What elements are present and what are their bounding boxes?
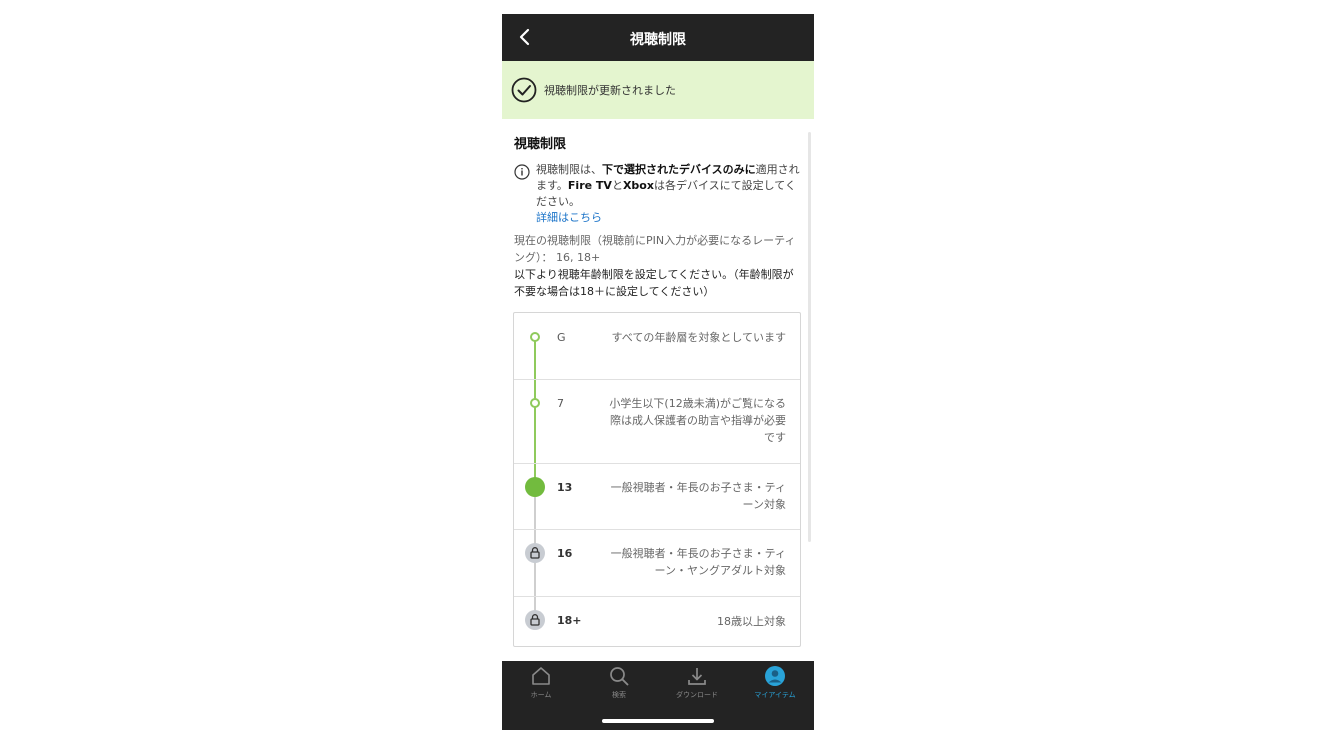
rating-row-7[interactable]: 7 小学生以下(12歳未満)がご覧になる際は成人保護者の助言や指導が必要です [514,380,800,464]
home-indicator[interactable] [602,719,714,723]
rating-description: 一般視聴者・年長のお子さま・ティーン対象 [610,481,786,511]
rating-label: 7 [557,397,564,410]
info-text-and: と [611,179,623,192]
profile-icon [765,666,785,686]
lock-icon [530,547,540,559]
lock-icon [530,614,540,626]
info-icon [514,164,530,180]
tab-label: 検索 [612,691,626,699]
rating-list: G すべての年齢層を対象としています 7 小学生以下(12歳未満)がご覧になる際… [513,312,801,647]
rating-label: 13 [557,481,573,494]
rating-row-16[interactable]: 16 一般視聴者・年長のお子さま・ティーン・ヤングアダルト対象 [514,530,800,597]
tab-label: ダウンロード [676,691,718,699]
success-banner: 視聴制限が更新されました [502,61,814,119]
page-title: 視聴制限 [630,32,686,48]
section-title: 視聴制限 [514,137,567,152]
tab-my-items[interactable]: マイアイテム [736,665,814,715]
parental-control-section: 視聴制限 視聴制限は、下で選択されたデバイスのみに適用されます。Fire TVと… [514,133,804,300]
rating-dot-selected [525,477,545,497]
rating-dot-locked [525,543,545,563]
instruction-text: 以下より視聴年齢制限を設定してください。（年齢制限が不要な場合は18＋に設定して… [514,268,794,298]
rating-description: 一般視聴者・年長のお子さま・ティーン・ヤングアダルト対象 [610,547,786,577]
rating-dot-locked [525,610,545,630]
rating-row-13[interactable]: 13 一般視聴者・年長のお子さま・ティーン対象 [514,464,800,530]
phone-screen: 視聴制限 視聴制限が更新されました 視聴制限 視聴制限は、下で選択されたデバイス… [502,14,814,730]
rating-row-18-plus[interactable]: 18+ 18歳以上対象 [514,597,800,646]
rating-description: 小学生以下(12歳未満)がご覧になる際は成人保護者の助言や指導が必要です [609,397,786,444]
tab-search[interactable]: 検索 [580,665,658,715]
rating-label: 16 [557,547,573,560]
tab-download[interactable]: ダウンロード [658,665,736,715]
rating-label: 18+ [557,614,582,627]
info-text-fire-tv: Fire TV [567,179,612,192]
rating-label: G [557,331,566,344]
scrollbar[interactable] [808,132,811,542]
learn-more-link[interactable]: 詳細はこちら [536,210,804,226]
info-text-xbox: Xbox [622,179,654,192]
download-icon [688,668,706,685]
rating-dot-open [530,332,540,342]
rating-dot-open [530,398,540,408]
tab-home[interactable]: ホーム [502,665,580,715]
rating-row-g[interactable]: G すべての年齢層を対象としています [514,313,800,380]
check-circle-icon [511,77,537,103]
tab-label: マイアイテム [754,691,796,699]
rating-description: 18歳以上対象 [717,615,786,628]
success-message: 視聴制限が更新されました [544,84,676,97]
rating-description: すべての年齢層を対象としています [611,331,786,344]
tab-label: ホーム [530,691,552,699]
home-icon [532,667,550,685]
top-navigation-bar: 視聴制限 [502,14,814,61]
info-note: 視聴制限は、下で選択されたデバイスのみに適用されます。Fire TVとXboxは… [514,162,804,226]
search-icon [610,667,629,686]
info-text-bold-devices: 下で選択されたデバイスのみに [602,163,756,176]
current-restriction-text: 現在の視聴制限（視聴前にPIN入力が必要になるレーティング）： 16, 18+ [514,234,796,264]
info-text-pre: 視聴制限は、 [536,163,602,176]
